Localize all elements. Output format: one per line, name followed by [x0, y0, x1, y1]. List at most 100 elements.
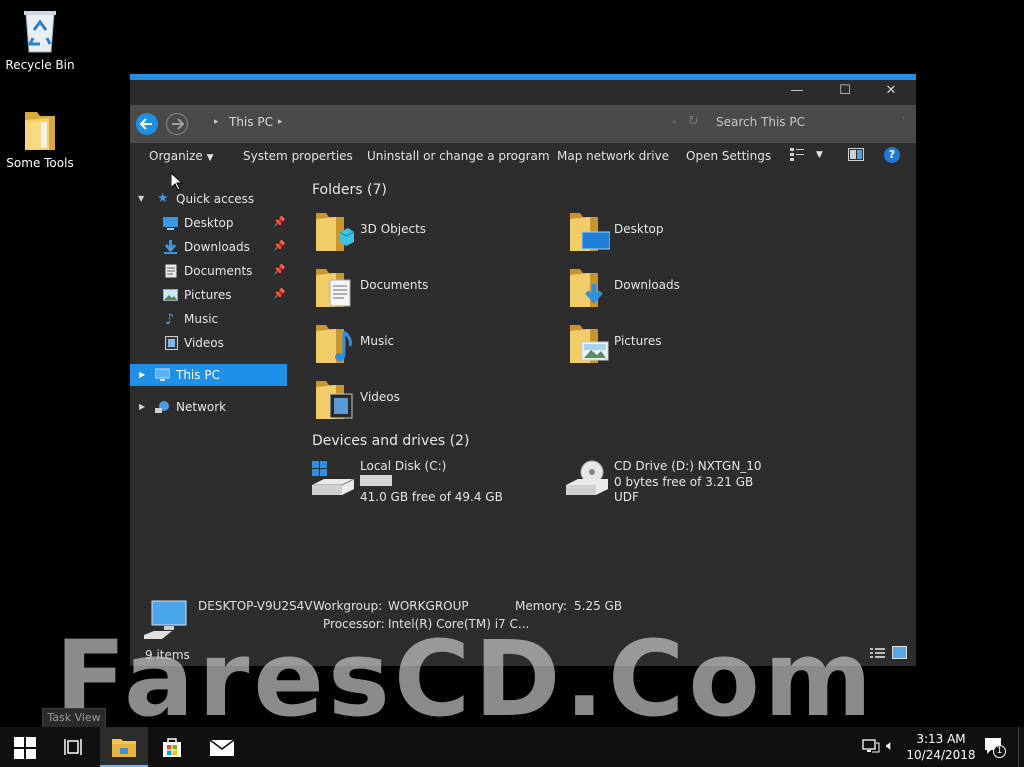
drive-capacity-bar	[360, 475, 392, 486]
address-field[interactable]: ▸ This PC ▸ ⌄ ↻	[206, 114, 706, 134]
nav-this-pc[interactable]: ▶ This PC	[130, 364, 287, 386]
cd-drive-icon	[566, 460, 608, 495]
breadcrumb-this-pc[interactable]: This PC	[229, 115, 273, 129]
show-desktop-button[interactable]	[1018, 727, 1024, 767]
command-bar: Organize ▼ System properties Uninstall o…	[130, 143, 916, 169]
arrow-left-icon	[139, 118, 152, 130]
taskbar-store[interactable]	[148, 727, 196, 767]
drive-free-space: 41.0 GB free of 49.4 GB	[360, 490, 503, 504]
nav-item-desktop[interactable]: Desktop 📌	[130, 212, 287, 234]
nav-label: This PC	[176, 368, 220, 382]
nav-label: Pictures	[184, 288, 232, 302]
search-placeholder: Search This PC	[716, 115, 805, 129]
chevron-down-icon: ▼	[206, 153, 214, 163]
folder-tile[interactable]: Desktop	[568, 210, 808, 260]
uninstall-program-button[interactable]: Uninstall or change a program	[367, 149, 550, 163]
desktop-icon	[163, 217, 178, 230]
folder-label: Videos	[360, 390, 400, 404]
refresh-icon[interactable]: ↻	[688, 114, 699, 129]
store-bag-icon	[163, 738, 181, 757]
help-button[interactable]: ?	[884, 147, 900, 163]
network-icon	[155, 401, 169, 413]
nav-network[interactable]: ▶ Network	[130, 396, 287, 418]
network-status-icon[interactable]	[862, 739, 880, 756]
mouse-cursor-icon	[171, 173, 183, 191]
workgroup-value: WORKGROUP	[388, 599, 469, 613]
documents-folder-icon	[316, 269, 351, 307]
expand-arrow-icon[interactable]: ▶	[139, 396, 145, 418]
folder-tile[interactable]: Music	[314, 322, 554, 372]
desktop-icon-recycle-bin[interactable]: Recycle Bin	[0, 8, 80, 72]
nav-item-pictures[interactable]: Pictures 📌	[130, 284, 287, 306]
star-icon: ★	[157, 191, 169, 206]
folder-tile[interactable]: Documents	[314, 266, 554, 316]
watermark-text: FaresCD.Com	[55, 618, 877, 740]
maximize-button[interactable]: ☐	[822, 80, 868, 105]
3d-objects-folder-icon	[316, 213, 354, 251]
pin-icon[interactable]: 📌	[273, 212, 285, 234]
open-settings-button[interactable]: Open Settings	[686, 149, 771, 163]
expand-arrow-icon[interactable]: ▼	[138, 188, 144, 210]
pin-icon[interactable]: 📌	[273, 236, 285, 258]
title-bar[interactable]: — ☐ ✕	[130, 80, 916, 105]
start-button[interactable]	[0, 727, 48, 767]
desktop-icon-some-tools[interactable]: Some Tools	[0, 108, 80, 170]
minimize-button[interactable]: —	[774, 80, 820, 105]
downloads-folder-icon	[570, 269, 603, 307]
nav-item-documents[interactable]: Documents 📌	[130, 260, 287, 282]
task-view-button[interactable]	[50, 727, 98, 767]
folder-label: Music	[360, 334, 395, 348]
folder-tile[interactable]: Videos	[314, 378, 554, 428]
videos-folder-icon	[316, 381, 353, 419]
search-field[interactable]: Search This PC ·	[708, 114, 908, 134]
taskbar-mail[interactable]	[198, 727, 246, 767]
picture-icon	[163, 289, 178, 301]
notification-center-button[interactable]: 1	[984, 737, 1006, 760]
view-options-dropdown-icon[interactable]: ▼	[816, 150, 823, 160]
system-properties-button[interactable]: System properties	[243, 149, 353, 163]
folder-tile[interactable]: Pictures	[568, 322, 808, 372]
nav-label: Videos	[184, 336, 224, 350]
folders-group-header[interactable]: Folders (7)	[312, 182, 387, 198]
breadcrumb-chevron-icon: ▸	[214, 117, 219, 127]
nav-label: Documents	[184, 264, 253, 278]
breadcrumb-chevron-icon[interactable]: ▸	[278, 117, 283, 127]
navigation-pane: ▼ ★ Quick access Desktop 📌 Downloads 📌 D…	[130, 182, 290, 482]
expand-arrow-icon[interactable]: ▶	[139, 364, 145, 386]
nav-item-downloads[interactable]: Downloads 📌	[130, 236, 287, 258]
change-view-button[interactable]	[790, 147, 804, 164]
forward-button[interactable]	[166, 113, 188, 135]
drive-tile-d[interactable]: CD Drive (D:) NXTGN_10 0 bytes free of 3…	[564, 459, 804, 515]
taskbar-file-explorer[interactable]	[100, 727, 148, 767]
folder-label: Desktop	[614, 222, 664, 236]
address-dropdown-icon[interactable]: ⌄	[670, 115, 678, 126]
nav-label: Downloads	[184, 240, 250, 254]
preview-pane-button[interactable]	[848, 148, 864, 164]
memory-value: 5.25 GB	[574, 599, 623, 613]
clock[interactable]: 3:13 AM 10/24/2018	[905, 731, 977, 763]
notification-count-badge: 1	[993, 745, 1006, 758]
drive-tile-c[interactable]: Local Disk (C:) 41.0 GB free of 49.4 GB	[310, 459, 550, 515]
folder-tile[interactable]: 3D Objects	[314, 210, 554, 260]
arrow-right-icon	[172, 118, 185, 130]
folder-tile[interactable]: Downloads	[568, 266, 808, 316]
desktop-icon-label: Some Tools	[6, 156, 74, 170]
nav-item-music[interactable]: ♪ Music	[130, 308, 287, 330]
desktop-folder-icon	[570, 213, 610, 251]
taskbar: 🔈︎ 3:13 AM 10/24/2018 1	[0, 727, 1024, 767]
devices-group-header[interactable]: Devices and drives (2)	[312, 433, 469, 449]
pin-icon[interactable]: 📌	[273, 284, 285, 306]
windows-logo-icon	[14, 737, 36, 759]
organize-menu[interactable]: Organize ▼	[149, 149, 214, 163]
nav-quick-access[interactable]: ▼ ★ Quick access	[130, 188, 287, 210]
music-folder-icon	[316, 325, 352, 363]
back-button[interactable]	[136, 113, 158, 135]
map-network-drive-button[interactable]: Map network drive	[557, 149, 669, 163]
task-view-tooltip: Task View	[42, 708, 106, 728]
nav-item-videos[interactable]: Videos	[130, 332, 287, 354]
close-button[interactable]: ✕	[868, 80, 914, 105]
volume-icon[interactable]: 🔈︎	[886, 738, 894, 754]
pin-icon[interactable]: 📌	[273, 260, 285, 282]
computer-icon	[155, 368, 170, 381]
mail-envelope-icon	[210, 740, 234, 756]
